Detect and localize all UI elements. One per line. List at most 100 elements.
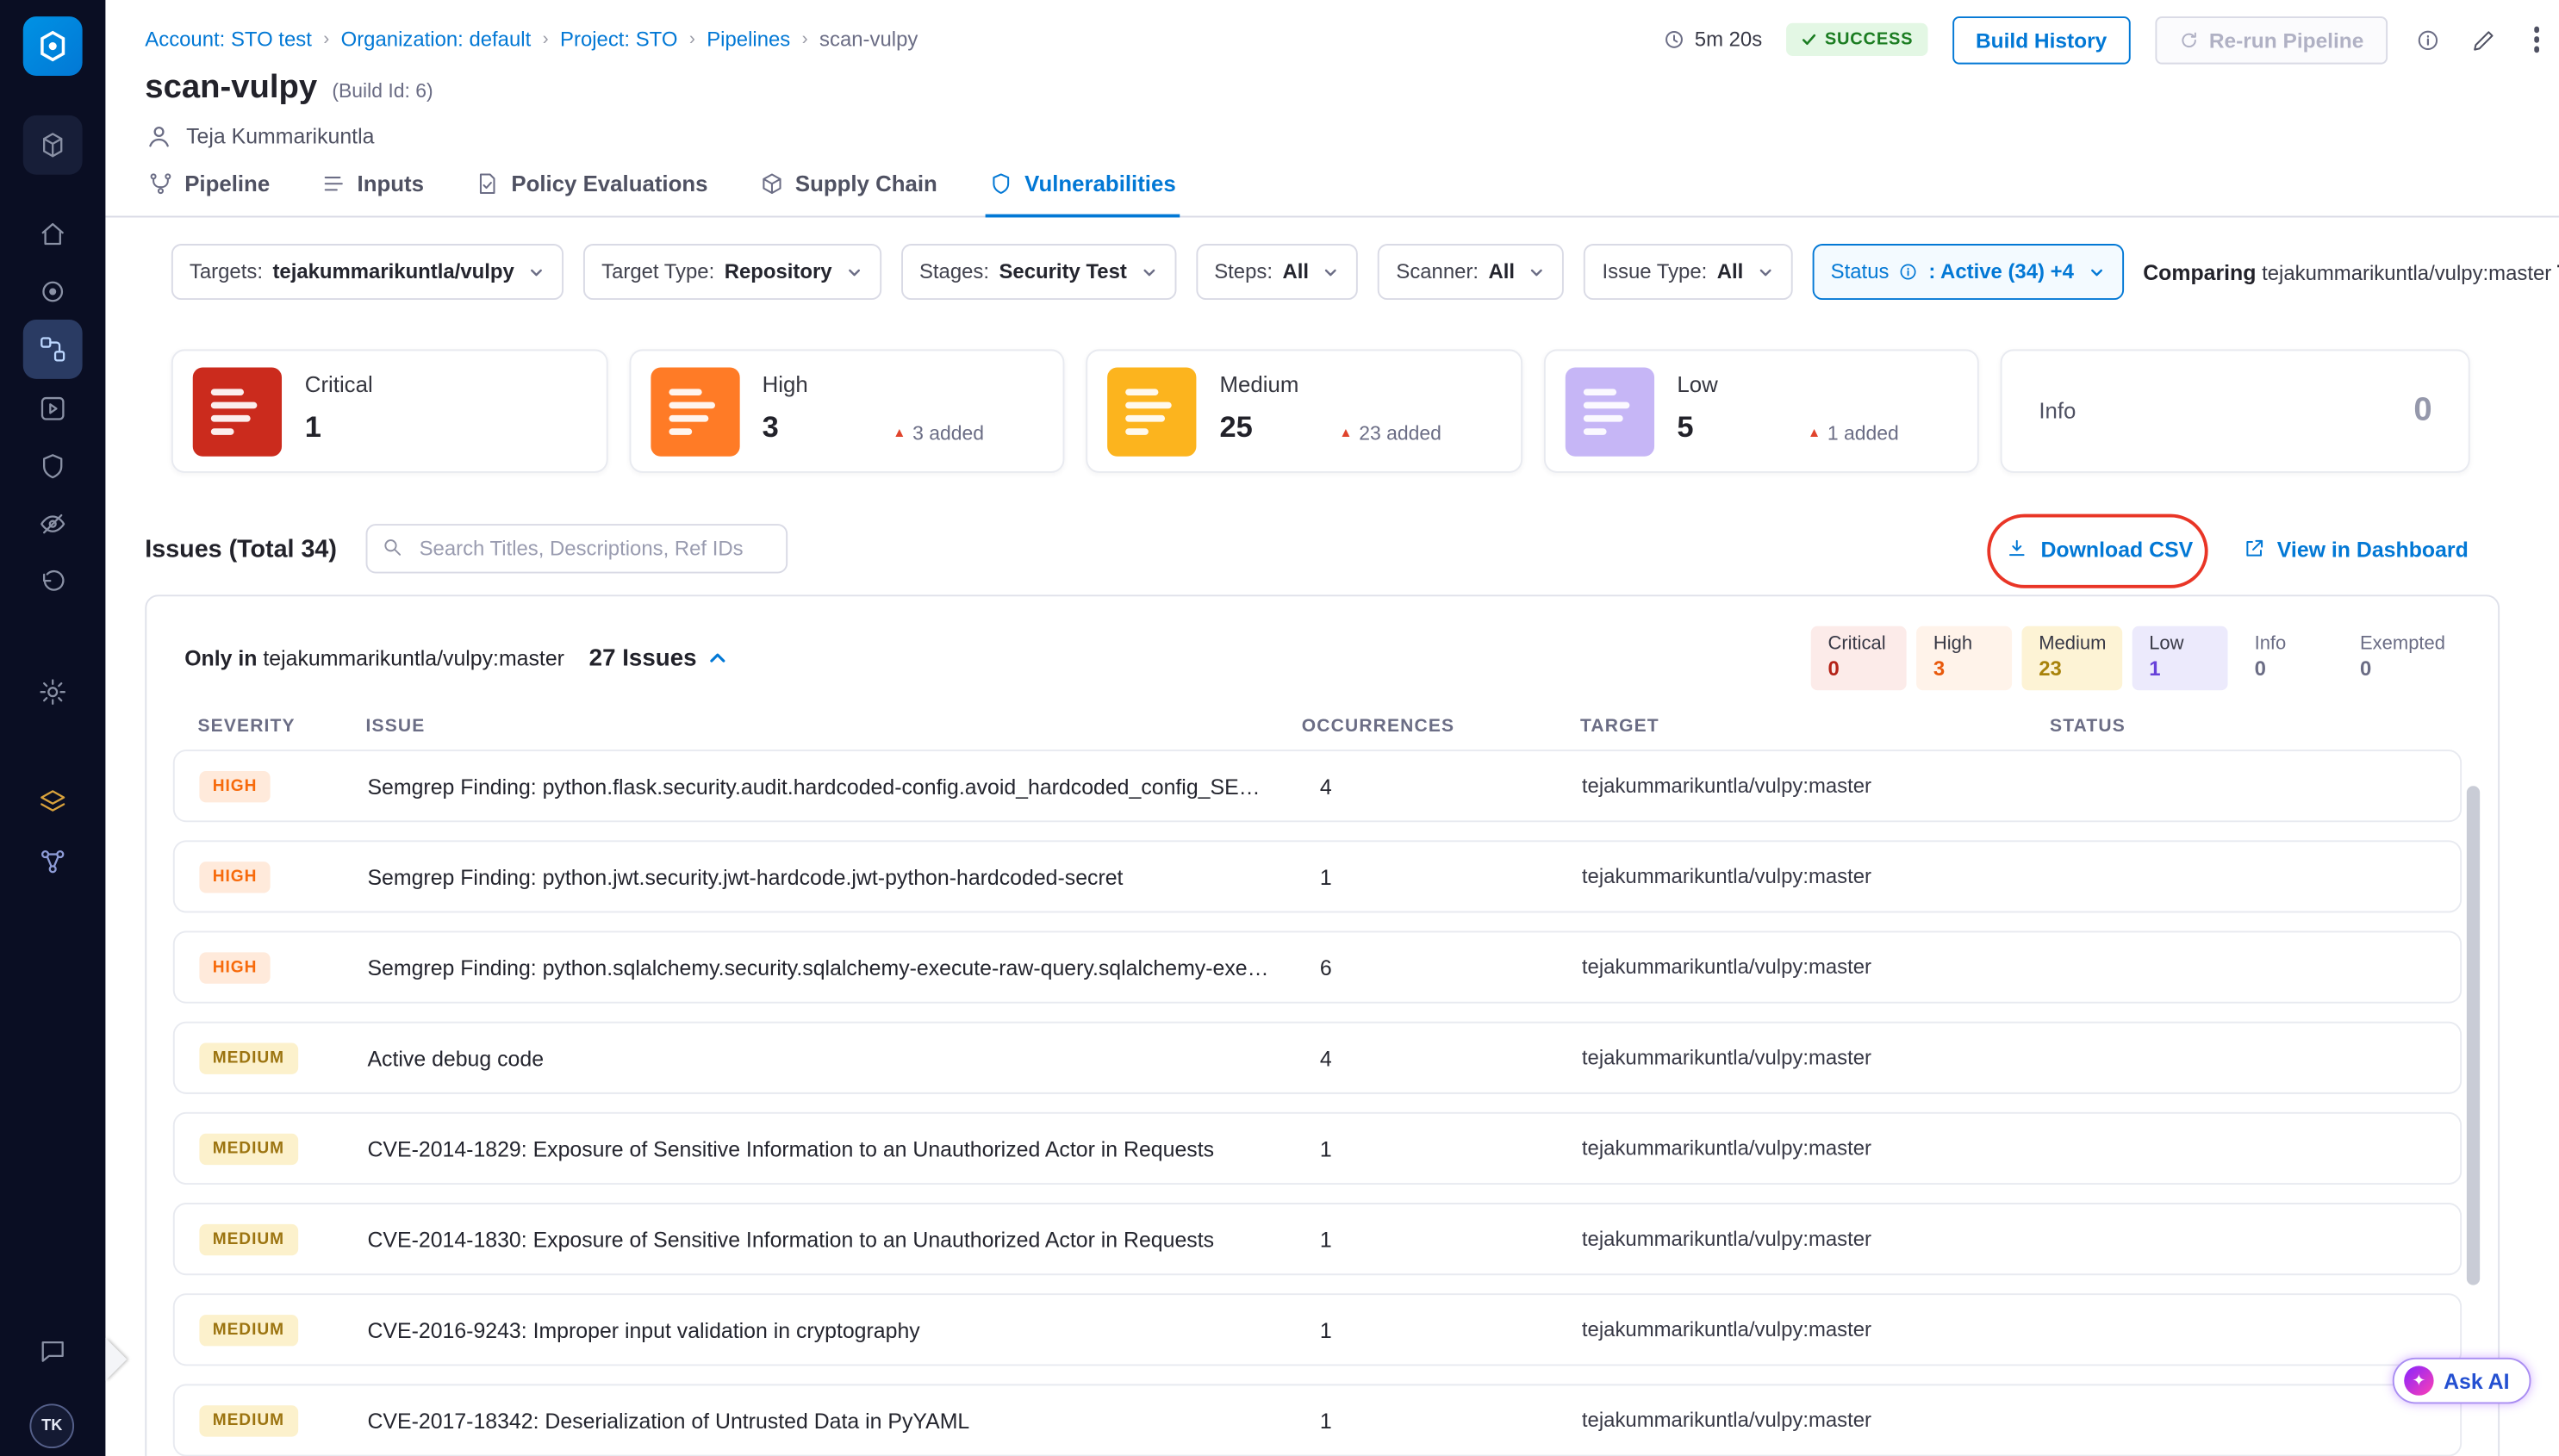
search-input[interactable]: [366, 524, 788, 573]
filter-stages[interactable]: Stages:Security Test: [901, 244, 1176, 300]
nav-visibility-icon[interactable]: [23, 495, 83, 554]
filter-scanner[interactable]: Scanner:All: [1378, 244, 1564, 300]
breadcrumb-current: scan-vulpy: [819, 28, 918, 52]
filter-status[interactable]: Status : Active (34) +4: [1813, 244, 2124, 300]
table-row[interactable]: HIGH Semgrep Finding: python.flask.secur…: [173, 750, 2462, 822]
severity-badge: MEDIUM: [199, 1315, 297, 1346]
occurrences-value: 4: [1304, 1045, 1582, 1070]
download-icon: [2006, 537, 2029, 560]
nav-settings-gear-icon[interactable]: [23, 663, 83, 722]
tab-vulnerabilities[interactable]: Vulnerabilities: [985, 171, 1179, 218]
target-value: tejakummarikuntla/vulpy:master: [1582, 775, 2052, 798]
breadcrumb-pipelines[interactable]: Pipelines: [707, 28, 790, 52]
nav-security-tests-icon[interactable]: [23, 437, 83, 496]
issues-panel: Only in tejakummarikuntla/vulpy:master 2…: [145, 594, 2500, 1456]
chevron-down-icon: [1322, 263, 1340, 281]
ask-ai-button[interactable]: ✦ Ask AI: [2393, 1358, 2531, 1404]
severity-chip-row: Critical0 High3 Medium23 Low1 Info0: [1811, 626, 2462, 691]
chevron-down-icon: [1528, 263, 1546, 281]
occurrences-value: 1: [1304, 1136, 1582, 1161]
severity-badge: MEDIUM: [199, 1043, 297, 1074]
build-history-button[interactable]: Build History: [1952, 16, 2130, 63]
info-icon: [2415, 28, 2440, 53]
severity-badge: HIGH: [199, 862, 270, 893]
severity-badge: HIGH: [199, 952, 270, 983]
table-row[interactable]: MEDIUM CVE-2016-9243: Improper input val…: [173, 1293, 2462, 1366]
table-row[interactable]: MEDIUM CVE-2014-1829: Exposure of Sensit…: [173, 1112, 2462, 1185]
tab-bar: Pipeline Inputs Policy Evaluations Suppl…: [105, 171, 2559, 218]
nav-executions-icon[interactable]: [23, 379, 83, 439]
table-row[interactable]: MEDIUM CVE-2014-1830: Exposure of Sensit…: [173, 1203, 2462, 1275]
issues-count-toggle[interactable]: 27 Issues: [589, 645, 728, 672]
chevron-down-icon: [845, 263, 863, 281]
filter-target-type[interactable]: Target Type:Repository: [583, 244, 881, 300]
nav-home-icon[interactable]: [23, 204, 83, 264]
clock-icon: [1663, 28, 1686, 52]
nav-builds-icon[interactable]: [23, 262, 83, 321]
occurrences-value: 6: [1304, 955, 1582, 980]
main-content: Account: STO test › Organization: defaul…: [105, 0, 2559, 1456]
tab-inputs[interactable]: Inputs: [318, 171, 427, 218]
issues-toolbar: Issues (Total 34) Download CSV View in D…: [105, 524, 2559, 573]
chevron-down-icon: [1757, 263, 1775, 281]
tab-policy-evaluations[interactable]: Policy Evaluations: [471, 171, 711, 218]
filter-steps[interactable]: Steps:All: [1196, 244, 1358, 300]
table-row[interactable]: MEDIUM Active debug code 4 tejakummariku…: [173, 1022, 2462, 1094]
filter-targets[interactable]: Targets:tejakummarikuntla/vulpy: [171, 244, 563, 300]
panel-header: Only in tejakummarikuntla/vulpy:master 2…: [146, 596, 2498, 690]
occurrences-value: 1: [1304, 1227, 1582, 1252]
info-button[interactable]: [2412, 24, 2443, 55]
breadcrumb-separator: ›: [689, 29, 695, 49]
issue-title: Semgrep Finding: python.flask.security.a…: [367, 774, 1303, 799]
breadcrumb-project[interactable]: Project: STO: [560, 28, 677, 52]
occurrences-value: 1: [1304, 1317, 1582, 1342]
tab-supply-chain[interactable]: Supply Chain: [756, 171, 941, 218]
filter-bar: Targets:tejakummarikuntla/vulpy Target T…: [105, 244, 2559, 300]
only-in-label: Only in tejakummarikuntla/vulpy:master: [184, 646, 564, 671]
more-options-button[interactable]: [2524, 22, 2550, 57]
view-in-dashboard-button[interactable]: View in Dashboard: [2243, 536, 2469, 561]
feedback-chat-icon[interactable]: [23, 1322, 83, 1381]
target-value: tejakummarikuntla/vulpy:master: [1582, 1318, 2052, 1341]
harness-logo-icon[interactable]: [23, 16, 83, 76]
nav-rollback-icon[interactable]: [23, 554, 83, 613]
comparing-label: Comparing tejakummarikuntla/vulpy:master…: [2143, 259, 2559, 284]
issues-total-title: Issues (Total 34): [145, 535, 337, 563]
download-csv-button[interactable]: Download CSV: [2006, 536, 2193, 561]
issue-title: Semgrep Finding: python.jwt.security.jwt…: [367, 864, 1303, 889]
edit-pipeline-button[interactable]: [2468, 24, 2499, 55]
critical-report-icon: [193, 367, 282, 456]
tab-pipeline[interactable]: Pipeline: [145, 171, 273, 218]
table-row[interactable]: HIGH Semgrep Finding: python.sqlalchemy.…: [173, 931, 2462, 1004]
nav-module-layers-icon[interactable]: [23, 773, 83, 832]
title-row: scan-vulpy (Build Id: 6): [105, 69, 2559, 107]
severity-card-high: High3 ▲3 added: [629, 349, 1065, 472]
issue-title: Active debug code: [367, 1045, 1303, 1070]
pencil-icon: [2471, 28, 2496, 53]
table-scrollbar[interactable]: [2467, 786, 2480, 1285]
nav-pipelines-icon[interactable]: [23, 320, 83, 379]
chip-high: High3: [1917, 626, 2013, 691]
severity-card-critical: Critical1: [171, 349, 607, 472]
breadcrumb-organization[interactable]: Organization: default: [341, 28, 532, 52]
chip-exempted: Exempted0: [2344, 626, 2462, 691]
nav-module-graph-icon[interactable]: [23, 832, 83, 892]
breadcrumb: Account: STO test › Organization: defaul…: [145, 28, 918, 52]
supply-chain-icon: [759, 171, 784, 196]
high-report-icon: [651, 367, 739, 456]
table-row[interactable]: HIGH Semgrep Finding: python.jwt.securit…: [173, 840, 2462, 912]
rerun-pipeline-button[interactable]: Re-run Pipeline: [2155, 16, 2387, 63]
breadcrumb-account[interactable]: Account: STO test: [145, 28, 312, 52]
target-value: tejakummarikuntla/vulpy:master: [1582, 1137, 2052, 1160]
filter-issue-type[interactable]: Issue Type:All: [1584, 244, 1792, 300]
project-selector-icon[interactable]: [23, 115, 83, 175]
table-row[interactable]: MEDIUM CVE-2017-18342: Deserialization o…: [173, 1384, 2462, 1456]
user-avatar[interactable]: TK: [29, 1403, 74, 1448]
ai-sparkle-icon: ✦: [2404, 1366, 2433, 1395]
chip-medium: Medium23: [2022, 626, 2122, 691]
search-box: [366, 524, 788, 573]
build-duration: 5m 20s: [1663, 28, 1762, 52]
low-report-icon: [1565, 367, 1653, 456]
person-icon: [145, 122, 173, 151]
sidebar-expand-handle[interactable]: [105, 1338, 127, 1381]
